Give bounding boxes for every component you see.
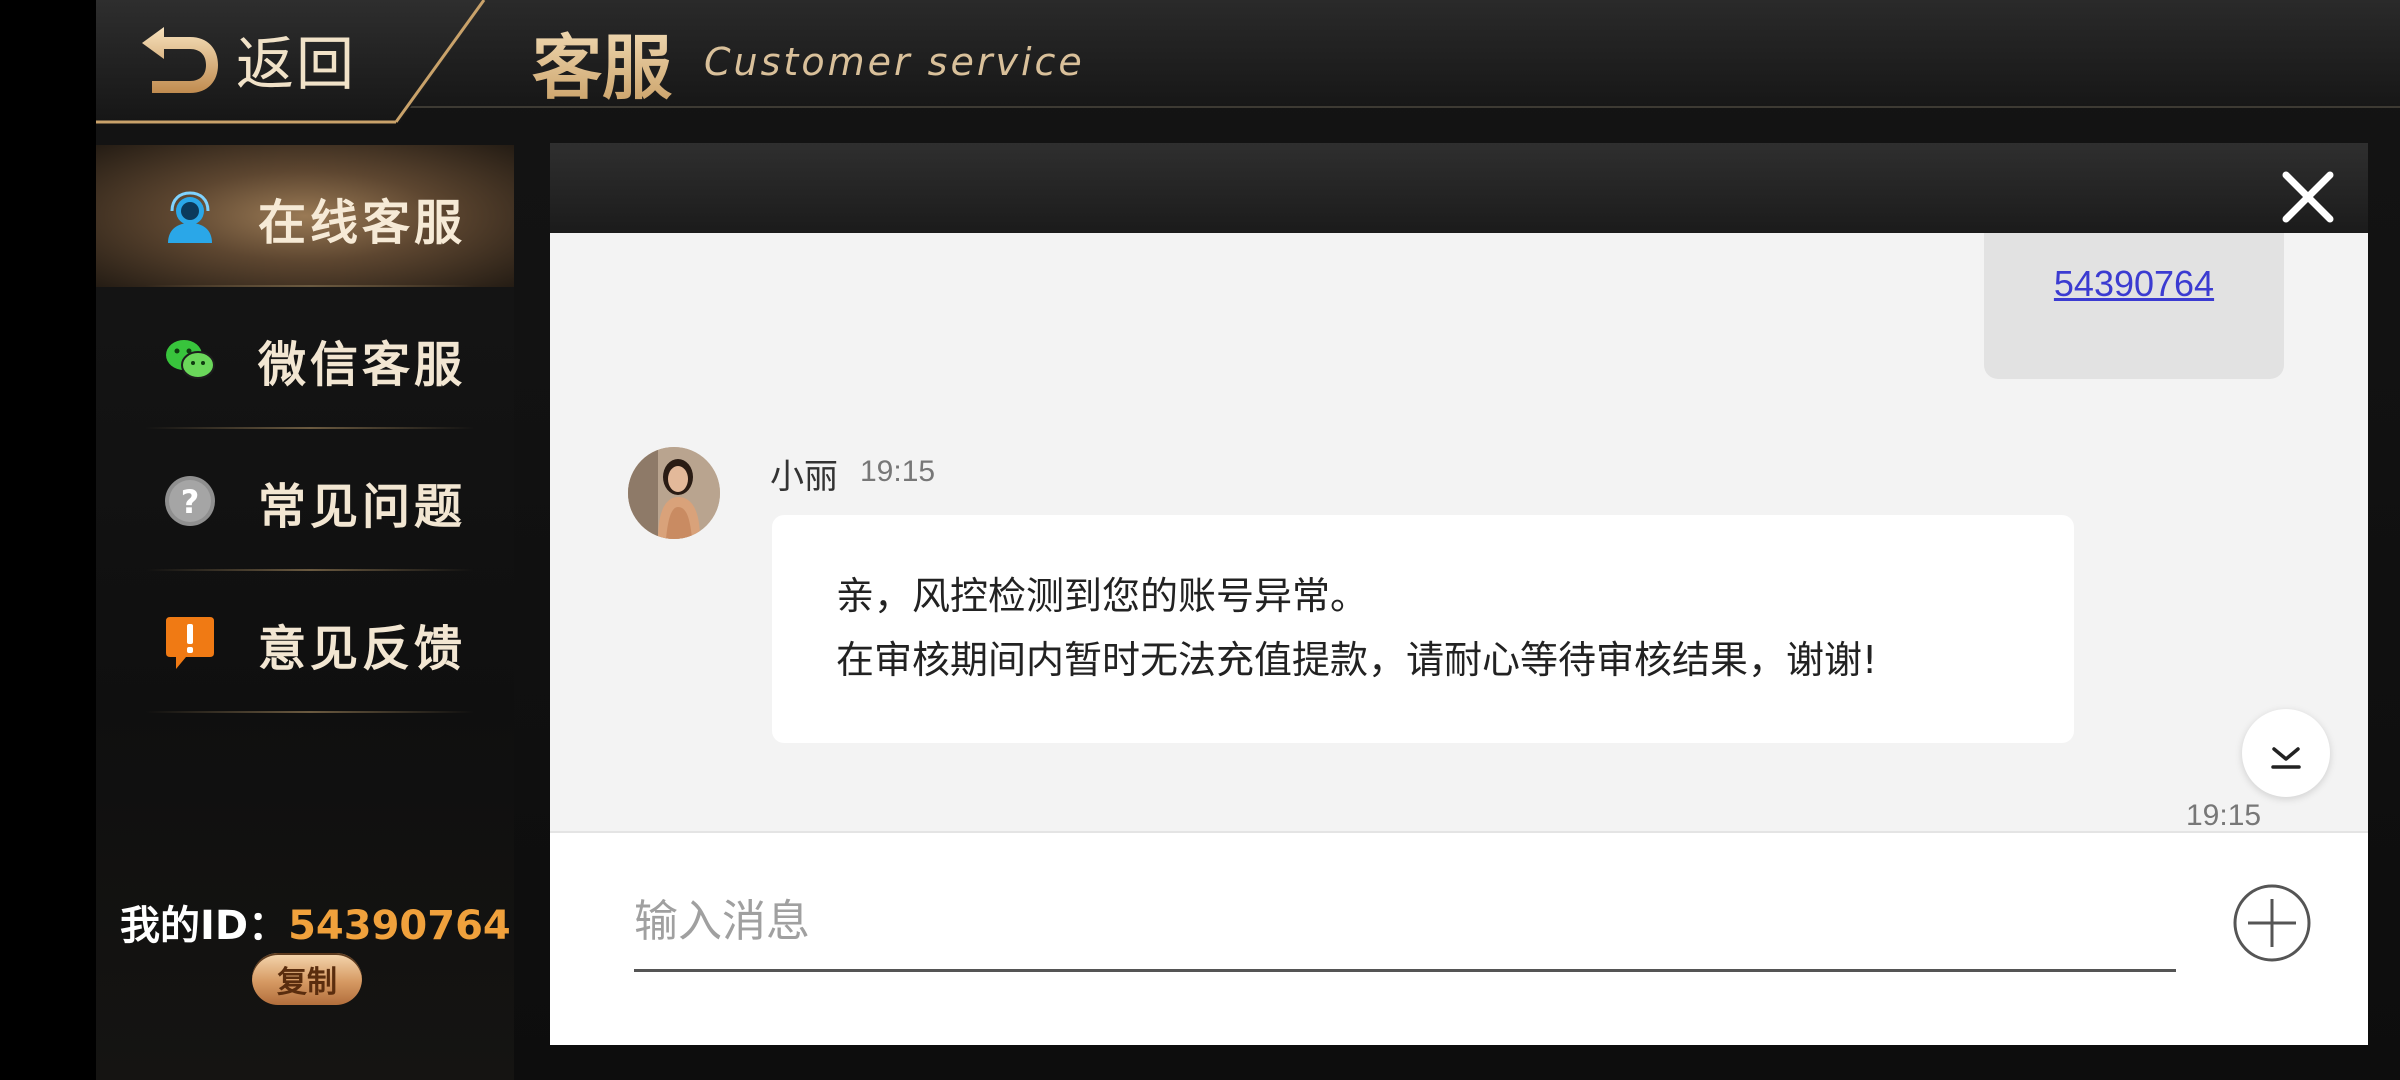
back-button[interactable]: 返回 [138, 14, 378, 104]
page-subtitle: Customer service [704, 40, 1085, 84]
svg-text:?: ? [181, 483, 200, 521]
my-id: 我的ID：54390764 [120, 893, 511, 951]
sidebar-item-label: 微信客服 [258, 337, 467, 393]
message-timestamp: 19:15 [2186, 799, 2262, 831]
chevron-down-icon [2271, 747, 2301, 769]
message-timestamp: 19:15 [860, 455, 936, 488]
sidebar-item-wechat-service[interactable]: 微信客服 [96, 287, 514, 429]
back-arrow-icon [142, 27, 218, 93]
agent-name: 小丽 [770, 457, 838, 497]
back-label: 返回 [236, 30, 357, 98]
close-icon[interactable] [2278, 167, 2338, 227]
received-message-bubble: 亲，风控检测到您的账号异常。 在审核期间内暂时无法充值提款，请耐心等待审核结果，… [772, 515, 2074, 743]
plus-icon[interactable] [2232, 883, 2312, 963]
sidebar-item-label: 意见反馈 [258, 621, 467, 677]
header-bar: 返回 客服 Customer service [96, 0, 2400, 124]
page-title: 客服 [532, 12, 672, 113]
sent-message-bubble: 54390764 [1984, 233, 2284, 379]
sidebar-item-faq[interactable]: ? 常见问题 [96, 429, 514, 571]
agent-headset-icon [168, 191, 212, 243]
chat-title-bar [550, 143, 2368, 233]
copy-id-button[interactable]: 复制 [252, 953, 362, 1005]
wechat-icon [166, 340, 215, 379]
question-icon: ? [165, 476, 215, 526]
my-id-value: 54390764 [288, 903, 511, 949]
message-input[interactable] [634, 873, 2176, 972]
sent-message-link[interactable]: 54390764 [1984, 263, 2284, 305]
feedback-alert-icon [166, 617, 214, 669]
my-id-label: 我的ID： [120, 903, 289, 949]
chat-messages[interactable]: 54390764 小丽 19:15 亲，风控检测到您的账号异常。 在审核期间内暂… [550, 233, 2368, 831]
avatar [628, 447, 720, 539]
scroll-to-bottom-button[interactable] [2242, 709, 2330, 797]
message-composer [550, 831, 2368, 1045]
message-line: 亲，风控检测到您的账号异常。 [836, 574, 1369, 618]
divider [146, 711, 474, 713]
sidebar-item-online-service[interactable]: 在线客服 [96, 145, 514, 287]
sidebar-item-label: 在线客服 [258, 195, 467, 251]
app-root: 返回 客服 Customer service 在线客服 微信客服 ? 常见问题 … [96, 0, 2400, 1080]
message-line: 在审核期间内暂时无法充值提款，请耐心等待审核结果，谢谢! [836, 638, 1878, 682]
sidebar: 在线客服 微信客服 ? 常见问题 意见反馈 我的ID：54390764 复制 [96, 145, 514, 1080]
agent-avatar-image [628, 447, 720, 539]
sidebar-item-feedback[interactable]: 意见反馈 [96, 571, 514, 713]
sidebar-item-label: 常见问题 [258, 479, 467, 535]
